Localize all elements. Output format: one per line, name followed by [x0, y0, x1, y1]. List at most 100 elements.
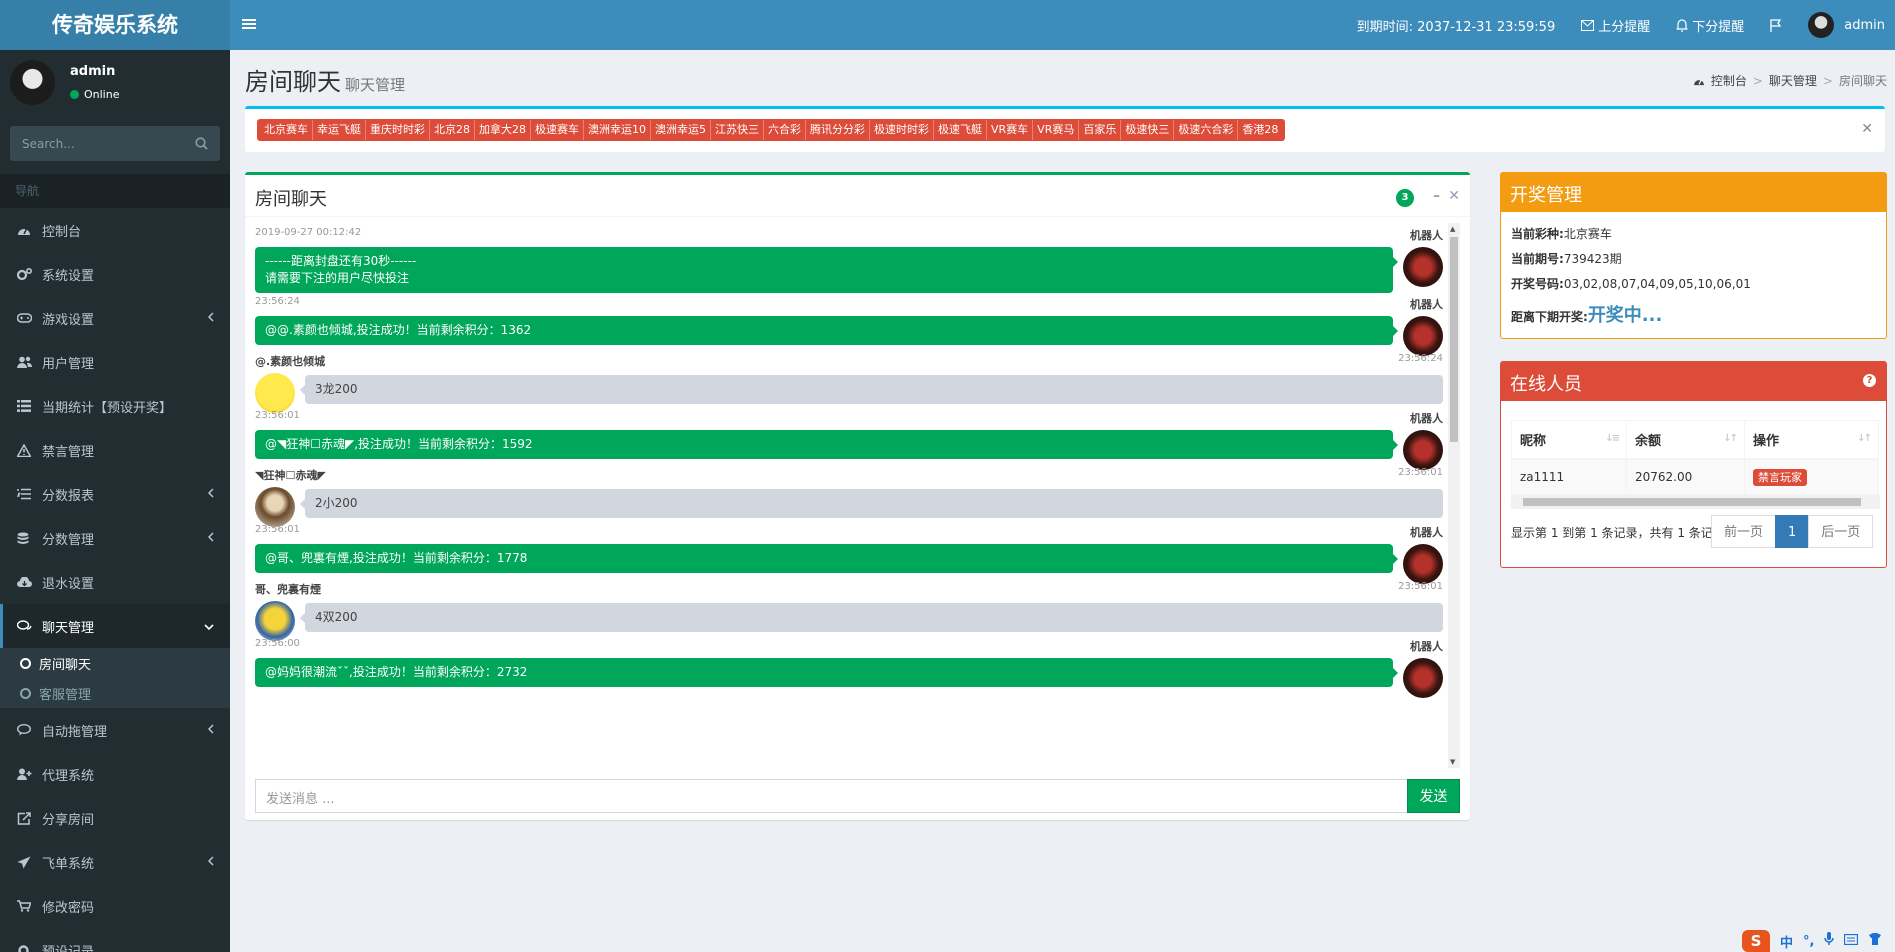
search-input[interactable]: Search... [22, 137, 75, 151]
sidebar-item-users[interactable]: 用户管理 [0, 340, 230, 384]
sogou-logo[interactable]: S [1742, 930, 1770, 952]
column-nickname[interactable]: 昵称 ↓≡ [1511, 420, 1627, 460]
page-subtitle: 聊天管理 [345, 76, 406, 94]
sidebar-item-preset-records[interactable]: 预设记录 [0, 928, 230, 952]
up-alert-link[interactable]: 上分提醒 [1568, 0, 1663, 50]
comment-icon [17, 724, 35, 736]
column-action[interactable]: 操作 ↓↑ [1744, 420, 1879, 460]
table-scrollbar[interactable] [1511, 495, 1880, 509]
scroll-up-icon[interactable]: ▲ [1450, 225, 1455, 233]
microphone-icon[interactable] [1824, 932, 1835, 950]
sidebar-item-system-settings[interactable]: 系统设置 [0, 252, 230, 296]
draw-box-title: 开奖管理 [1501, 173, 1886, 212]
breadcrumb-home[interactable]: 控制台 [1711, 72, 1747, 89]
message-text: 2小200 [315, 496, 358, 510]
sidebar-item-chat[interactable]: 聊天管理 [0, 604, 230, 648]
sidebar-item-agent[interactable]: 代理系统 [0, 752, 230, 796]
ime-toolbar[interactable]: S 中 °, [1742, 930, 1882, 952]
mute-player-button[interactable]: 禁言玩家 [1753, 468, 1807, 486]
nav-header: 导航 [0, 174, 230, 208]
scroll-down-icon[interactable]: ▼ [1450, 758, 1455, 766]
lottery-button[interactable]: 香港28 [1238, 120, 1282, 140]
chat-messages[interactable]: 2019-09-27 00:12:42 机器人 ------距离封盘还有30秒---… [255, 227, 1443, 762]
user-panel: admin Online [0, 50, 230, 122]
message-sender: @.素颜也倾城 [255, 355, 326, 368]
sidebar-search[interactable]: Search... [10, 126, 220, 161]
scrollbar-thumb[interactable] [1523, 498, 1861, 506]
app-logo[interactable]: 传奇娱乐系统 [0, 0, 230, 50]
user-menu[interactable]: admin [1795, 0, 1895, 50]
skin-icon[interactable] [1868, 933, 1882, 949]
lottery-button[interactable]: 腾讯分分彩 [806, 120, 870, 140]
keyboard-icon[interactable] [1844, 933, 1859, 949]
close-icon[interactable]: ✕ [1448, 188, 1460, 204]
ime-mode[interactable]: 中 [1780, 932, 1793, 951]
expire-time: 到期时间: 2037-12-31 23:59:59 [1356, 19, 1556, 35]
lottery-button[interactable]: 北京赛车 [260, 120, 313, 140]
breadcrumb-chat[interactable]: 聊天管理 [1769, 72, 1817, 89]
user-avatar [255, 601, 295, 641]
message-input[interactable]: 发送消息 ... [255, 779, 1408, 813]
sidebar-item-game-settings[interactable]: 游戏设置 [0, 296, 230, 340]
sidebar: admin Online Search... 导航 控制台 系统设置 游戏设置 … [0, 50, 230, 952]
lottery-button[interactable]: 幸运飞艇 [313, 120, 366, 140]
minimize-icon[interactable]: – [1433, 188, 1440, 204]
user-name: admin [70, 64, 116, 79]
message-text: @哥、兜裏有煙,投注成功！当前剩余积分：1778 [265, 551, 528, 565]
message-text: @◥狂神☐赤魂◤,投注成功！当前剩余积分：1592 [265, 437, 533, 451]
circle-icon [20, 687, 31, 699]
sidebar-item-rebate[interactable]: 退水设置 [0, 560, 230, 604]
sidebar-item-change-password[interactable]: 修改密码 [0, 884, 230, 928]
lottery-button[interactable]: 加拿大28 [475, 120, 531, 140]
lottery-button[interactable]: 北京28 [430, 120, 475, 140]
sidebar-item-auto-bot[interactable]: 自动拖管理 [0, 708, 230, 752]
sidebar-item-fly-order[interactable]: 飞单系统 [0, 840, 230, 884]
lottery-button[interactable]: 极速快三 [1121, 120, 1175, 140]
lottery-button[interactable]: 江苏快三 [711, 120, 764, 140]
prev-page-button[interactable]: 前一页 [1711, 515, 1777, 548]
submenu-item-service[interactable]: 客服管理 [0, 678, 230, 708]
sidebar-item-dashboard[interactable]: 控制台 [0, 208, 230, 252]
lottery-button[interactable]: 极速时时彩 [870, 120, 934, 140]
search-icon[interactable] [195, 137, 208, 150]
chevron-left-icon [207, 531, 214, 546]
lottery-button[interactable]: VR赛车 [987, 120, 1034, 140]
menu-toggle-icon[interactable] [242, 17, 256, 31]
submenu-item-room-chat[interactable]: 房间聊天 [0, 648, 230, 678]
lottery-button[interactable]: 极速赛车 [531, 120, 584, 140]
sidebar-item-score-report[interactable]: 分数报表 [0, 472, 230, 516]
sidebar-item-period-stats[interactable]: 当期统计【预设开奖】 [0, 384, 230, 428]
lottery-button[interactable]: 澳洲幸运5 [651, 120, 711, 140]
ime-punct[interactable]: °, [1803, 934, 1814, 949]
lottery-button[interactable]: VR赛马 [1033, 120, 1080, 140]
chevron-left-icon [207, 723, 214, 738]
lottery-button[interactable]: 百家乐 [1079, 120, 1122, 140]
lottery-button[interactable]: 极速飞艇 [934, 120, 987, 140]
message-text: @@.素颜也倾城,投注成功！当前剩余积分：1362 [265, 323, 532, 337]
message-text: ------距离封盘还有30秒------ [265, 254, 417, 268]
sidebar-item-share-room[interactable]: 分享房间 [0, 796, 230, 840]
chat-message: 23:56:01 机器人 @哥、兜裏有煙,投注成功！当前剩余积分：1778 [255, 524, 1443, 584]
chat-scrollbar[interactable]: ▲ ▼ [1448, 223, 1460, 768]
lottery-button[interactable]: 极速六合彩 [1174, 120, 1239, 140]
send-button[interactable]: 发送 [1407, 779, 1460, 813]
sidebar-menu: 控制台 系统设置 游戏设置 用户管理 当期统计【预设开奖】 禁言管理 分数报表 … [0, 208, 230, 648]
page-1-button[interactable]: 1 [1775, 515, 1810, 548]
column-balance[interactable]: 余额 ↓↑ [1626, 420, 1745, 460]
sidebar-item-score-manage[interactable]: 分数管理 [0, 516, 230, 560]
lottery-button[interactable]: 重庆时时彩 [366, 120, 430, 140]
help-icon[interactable]: ? [1863, 374, 1876, 387]
down-alert-link[interactable]: 下分提醒 [1663, 0, 1757, 50]
chat-message: 23:56:24 @.素颜也倾城 3龙200 [255, 353, 1443, 413]
lottery-button[interactable]: 六合彩 [764, 120, 806, 140]
chat-message: 2019-09-27 00:12:42 机器人 ------距离封盘还有30秒---… [255, 227, 1443, 296]
scrollbar-thumb[interactable] [1450, 237, 1458, 442]
next-page-button[interactable]: 后一页 [1808, 515, 1874, 548]
chevron-left-icon [207, 487, 214, 502]
flag-link[interactable] [1757, 0, 1795, 50]
sidebar-item-mute[interactable]: 禁言管理 [0, 428, 230, 472]
close-icon[interactable]: ✕ [1861, 121, 1873, 137]
message-text: 请需要下注的用户尽快投注 [265, 271, 410, 285]
message-time: 23:56:01 [255, 410, 300, 421]
lottery-button[interactable]: 澳洲幸运10 [584, 120, 651, 140]
